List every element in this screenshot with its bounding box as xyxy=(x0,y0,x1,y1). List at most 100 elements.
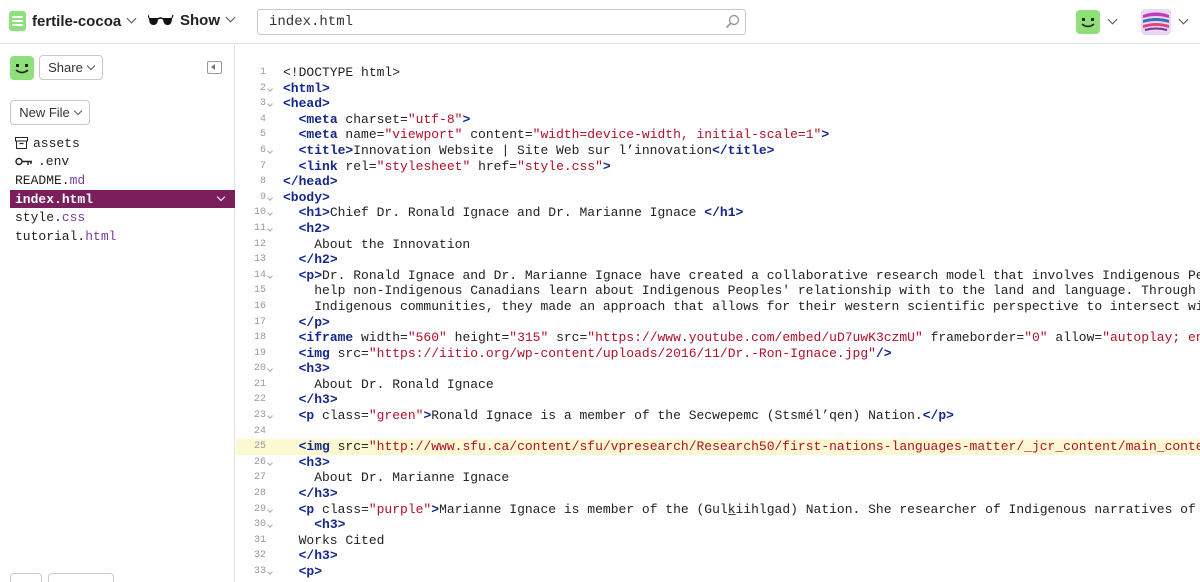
new-file-label: New File xyxy=(19,105,70,120)
file-item-tutorial-html[interactable]: tutorial. html xyxy=(10,227,235,246)
code-line[interactable]: 26 <h3> xyxy=(236,455,1200,471)
code-text: help non-Indigenous Canadians learn abou… xyxy=(283,283,1200,299)
fold-chevron-icon[interactable] xyxy=(267,226,273,232)
search-icon[interactable] xyxy=(725,14,740,29)
code-line[interactable]: 28 </h3> xyxy=(236,486,1200,502)
line-number: 10 xyxy=(253,207,266,219)
smiley-avatar-icon[interactable] xyxy=(10,56,34,80)
show-button[interactable]: Show xyxy=(148,12,236,29)
key-icon xyxy=(15,157,33,166)
file-item-style-css[interactable]: style. css xyxy=(10,208,235,227)
project-menu-button[interactable]: fertile-cocoa xyxy=(9,11,137,31)
line-number: 23 xyxy=(253,410,266,422)
fold-chevron-icon[interactable] xyxy=(267,101,273,108)
code-line[interactable]: 4 <meta charset="utf-8"> xyxy=(236,112,1200,128)
line-number: 24 xyxy=(253,425,266,437)
line-number: 33 xyxy=(253,566,266,577)
code-line[interactable]: 29 <p class="purple">Marianne Ignace is … xyxy=(236,502,1200,518)
line-number: 21 xyxy=(253,378,266,390)
file-name: README. xyxy=(15,172,70,188)
collapse-sidebar-button[interactable] xyxy=(207,61,222,74)
fold-chevron-icon[interactable] xyxy=(267,210,273,217)
code-line[interactable]: 17 </p> xyxy=(236,315,1200,331)
file-ext: md xyxy=(69,172,86,188)
code-line[interactable]: 1 <!DOCTYPE html> xyxy=(236,65,1200,81)
code-line[interactable]: 25 <img src="http://www.sfu.ca/content/s… xyxy=(236,439,1200,455)
code-line[interactable]: 3 <head> xyxy=(236,96,1200,112)
avatar-icon xyxy=(1141,9,1171,35)
file-name: index. xyxy=(15,191,62,207)
code-lines: 1 <!DOCTYPE html> 2 <html> 3 <head> 4 <meta ch… xyxy=(236,65,1200,580)
line-number: 2 xyxy=(259,82,266,94)
code-line[interactable]: 19 <img src="https://iitio.org/wp-conten… xyxy=(236,346,1200,362)
code-line[interactable]: 2 <html> xyxy=(236,81,1200,97)
code-line[interactable]: 12 About the Innovation xyxy=(236,237,1200,253)
line-number: 7 xyxy=(259,160,266,172)
sunglasses-icon xyxy=(148,14,174,25)
code-line[interactable]: 15 help non-Indigenous Canadians learn a… xyxy=(236,283,1200,299)
chevron-down-icon xyxy=(225,12,236,23)
fold-chevron-icon[interactable] xyxy=(267,460,273,466)
user-menu-button[interactable] xyxy=(1076,10,1118,34)
code-text: <iframe width="560" height="315" src="ht… xyxy=(298,330,1200,346)
code-line[interactable]: 23 <p class="green">Ronald Ignace is a m… xyxy=(236,408,1200,424)
code-line[interactable]: 13 </h2> xyxy=(236,252,1200,268)
code-line[interactable]: 33 <p> xyxy=(236,564,1200,580)
chevron-down-icon[interactable] xyxy=(216,192,226,202)
file-item-assets[interactable]: assets xyxy=(10,134,235,153)
share-button[interactable]: Share xyxy=(39,55,103,80)
code-line[interactable]: 8 </head> xyxy=(236,174,1200,190)
code-line[interactable]: 21 About Dr. Ronald Ignace xyxy=(236,377,1200,393)
code-editor[interactable]: 1 <!DOCTYPE html> 2 <html> 3 <head> 4 <meta ch… xyxy=(236,45,1200,582)
code-line[interactable]: 22 </h3> xyxy=(236,392,1200,408)
fold-chevron-icon[interactable] xyxy=(267,569,273,575)
fold-chevron-icon[interactable] xyxy=(267,522,273,529)
chevron-down-icon xyxy=(1107,14,1118,24)
line-number: 16 xyxy=(253,300,266,312)
code-line[interactable]: 10 <h1>Chief Dr. Ronald Ignace and Dr. M… xyxy=(236,205,1200,221)
line-number: 1 xyxy=(259,67,266,78)
fold-chevron-icon[interactable] xyxy=(267,194,273,201)
code-text: <h3> xyxy=(298,454,330,470)
sidebar-bottom-button[interactable] xyxy=(48,573,114,582)
code-line[interactable]: 6 <title>Innovation Website | Site Web s… xyxy=(236,143,1200,159)
file-item-env[interactable]: .env xyxy=(10,153,235,172)
line-number: 29 xyxy=(253,503,266,515)
code-line[interactable]: 24 xyxy=(236,424,1200,440)
chevron-down-icon xyxy=(126,13,137,23)
fold-chevron-icon[interactable] xyxy=(267,272,273,279)
fold-chevron-icon[interactable] xyxy=(267,366,273,373)
line-number: 18 xyxy=(253,332,266,344)
line-number: 28 xyxy=(253,488,266,500)
code-line[interactable]: 9 <body> xyxy=(236,190,1200,206)
code-text: <h2> xyxy=(298,220,330,236)
code-line[interactable]: 16 Indigenous communities, they made an … xyxy=(236,299,1200,315)
code-line[interactable]: 5 <meta name="viewport" content="width=d… xyxy=(236,127,1200,143)
code-text: <img src="http://www.sfu.ca/content/sfu/… xyxy=(298,439,1200,455)
sidebar-bottom-button[interactable] xyxy=(10,573,42,582)
code-line[interactable]: 7 <link rel="stylesheet" href="style.css… xyxy=(236,159,1200,175)
code-line[interactable]: 18 <iframe width="560" height="315" src=… xyxy=(236,330,1200,346)
code-text: </h3> xyxy=(298,548,338,564)
code-line[interactable]: 14 <p>Dr. Ronald Ignace and Dr. Marianne… xyxy=(236,268,1200,284)
new-file-button[interactable]: New File xyxy=(10,100,90,125)
fold-chevron-icon[interactable] xyxy=(267,506,273,513)
fold-chevron-icon[interactable] xyxy=(267,148,273,154)
code-line[interactable]: 32 </h3> xyxy=(236,548,1200,564)
file-item-readme[interactable]: README. md xyxy=(10,171,235,190)
code-text: <p class="purple">Marianne Ignace is mem… xyxy=(298,501,1200,517)
file-item-index-html[interactable]: index. html xyxy=(10,189,235,209)
account-avatar-button[interactable] xyxy=(1141,9,1189,35)
code-line[interactable]: 11 <h2> xyxy=(236,221,1200,237)
line-number: 8 xyxy=(259,176,266,188)
code-line[interactable]: 20 <h3> xyxy=(236,361,1200,377)
code-text: <meta name="viewport" content="width=dev… xyxy=(298,127,830,143)
code-line[interactable]: 30 <h3> xyxy=(236,517,1200,533)
code-line[interactable]: 27 About Dr. Marianne Ignace xyxy=(236,470,1200,486)
search-input[interactable] xyxy=(257,9,746,35)
archive-icon xyxy=(15,137,28,150)
code-line[interactable]: 31 Works Cited xyxy=(236,533,1200,549)
fold-chevron-icon[interactable] xyxy=(267,85,273,92)
code-text: <img src="https://iitio.org/wp-content/u… xyxy=(298,345,892,361)
fold-chevron-icon[interactable] xyxy=(267,413,273,419)
